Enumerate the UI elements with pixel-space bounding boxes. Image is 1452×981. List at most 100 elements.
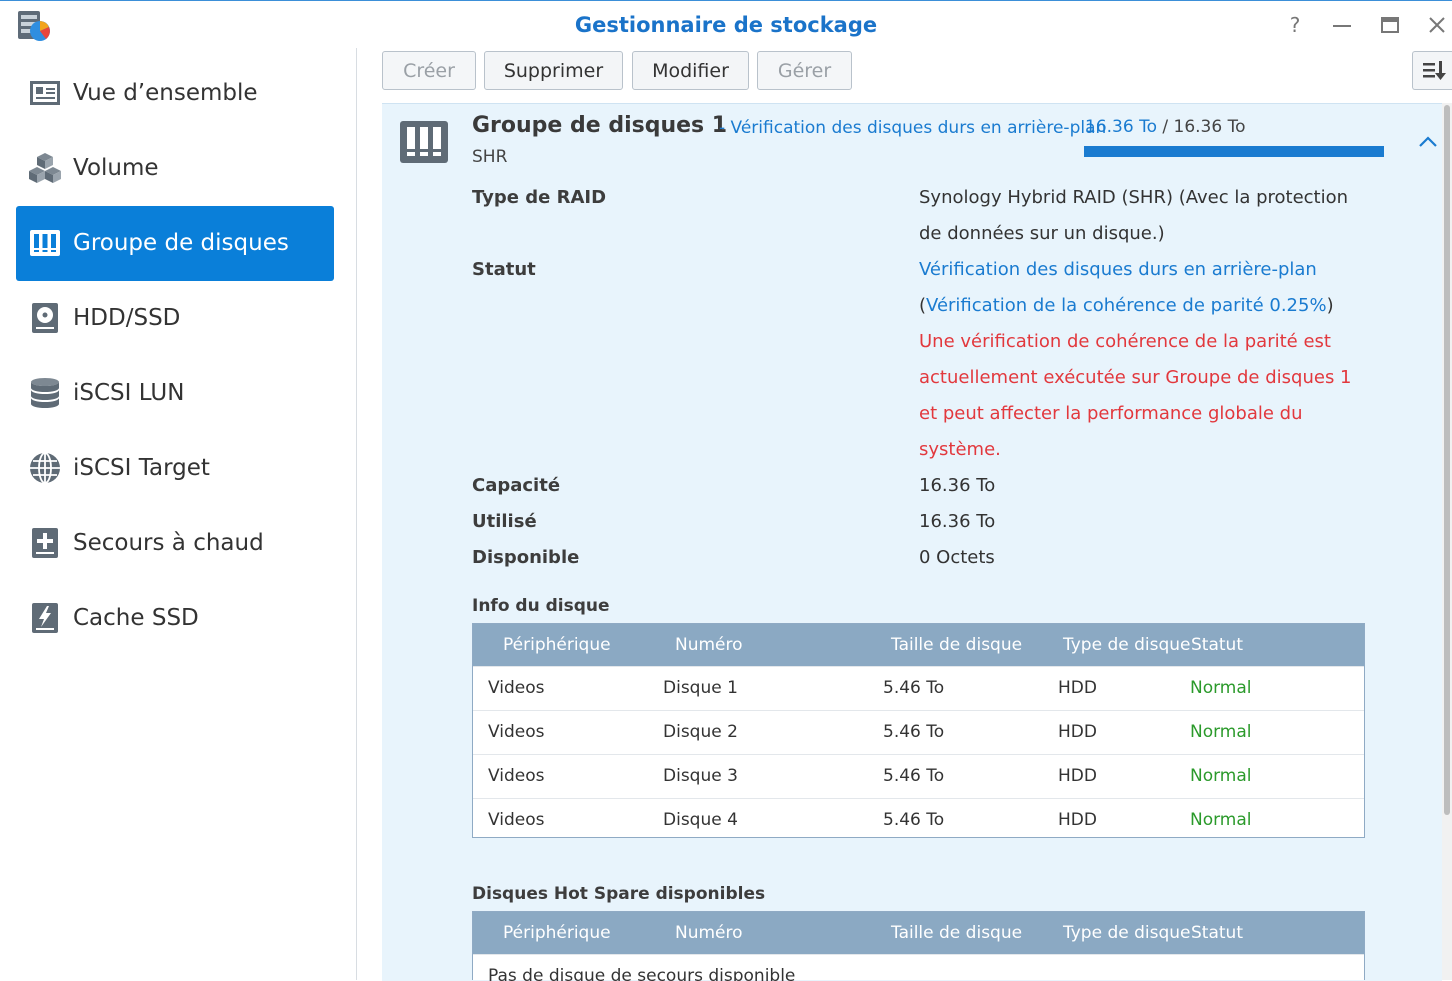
cell-status: Normal — [1190, 810, 1252, 830]
disk-group-large-icon — [400, 121, 448, 163]
minimize-icon[interactable] — [1330, 13, 1354, 37]
sidebar-item-hdd-ssd[interactable]: HDD/SSD — [16, 281, 334, 356]
sidebar-item-overview[interactable]: Vue d’ensemble — [16, 56, 334, 131]
cell-size: 5.46 To — [883, 766, 945, 786]
disk-group-title: Groupe de disques 1 — [472, 113, 728, 138]
column-header-type[interactable]: Type de disque — [1063, 635, 1191, 655]
sidebar-item-iscsi-target[interactable]: iSCSI Target — [16, 431, 334, 506]
column-header-size[interactable]: Taille de disque — [891, 923, 1022, 943]
status-label: Statut — [472, 259, 536, 280]
disk-info-title: Info du disque — [472, 596, 610, 616]
warning-text-line3: et peut affecter la performance globale … — [919, 403, 1303, 424]
hot-spare-plus-icon — [32, 528, 58, 558]
table-header: Périphérique Numéro Taille de disque Typ… — [473, 912, 1364, 954]
disk-group-type: SHR — [472, 147, 508, 167]
used-value: 16.36 To — [919, 511, 996, 532]
empty-message: Pas de disque de secours disponible — [488, 966, 796, 981]
sidebar: Vue d’ensemble Volume Groupe de disques — [0, 48, 357, 980]
raid-type-label: Type de RAID — [472, 187, 607, 208]
capacity-label: Capacité — [472, 475, 561, 496]
available-label: Disponible — [472, 547, 580, 568]
cell-device: Videos — [488, 766, 545, 786]
sidebar-item-label: iSCSI LUN — [73, 380, 185, 406]
create-button[interactable]: Créer — [382, 51, 476, 90]
cell-number: Disque 4 — [663, 810, 738, 830]
disk-group-icon — [30, 230, 60, 256]
capacity-usage-bar — [1084, 146, 1384, 157]
sidebar-item-label: Cache SSD — [73, 605, 199, 631]
capacity-separator: / — [1156, 117, 1174, 137]
scrollbar[interactable] — [1442, 103, 1452, 980]
warning-text-line4: système. — [919, 439, 1001, 460]
warning-text-line2: actuellement exécutée sur Groupe de disq… — [919, 367, 1352, 388]
paren-close: ) — [1326, 295, 1334, 316]
sidebar-item-label: iSCSI Target — [73, 455, 210, 481]
column-header-type[interactable]: Type de disque — [1063, 923, 1191, 943]
status-value[interactable]: Vérification des disques durs en arrière… — [919, 252, 1317, 288]
disk-group-panel — [382, 103, 1442, 981]
cell-status: Normal — [1190, 678, 1252, 698]
sidebar-item-disk-group[interactable]: Groupe de disques — [16, 206, 334, 281]
sidebar-item-hot-spare[interactable]: Secours à chaud — [16, 506, 334, 581]
sidebar-item-volume[interactable]: Volume — [16, 131, 334, 206]
disk-group-status: - Vérification des disques durs en arriè… — [719, 118, 1107, 138]
sidebar-item-label: Vue d’ensemble — [73, 80, 258, 106]
column-header-device[interactable]: Périphérique — [503, 923, 611, 943]
cell-type: HDD — [1058, 766, 1097, 786]
sidebar-item-iscsi-lun[interactable]: iSCSI LUN — [16, 356, 334, 431]
column-header-number[interactable]: Numéro — [675, 635, 743, 655]
table-row[interactable]: Videos Disque 1 5.46 To HDD Normal — [473, 666, 1364, 710]
cell-number: Disque 1 — [663, 678, 738, 698]
table-row[interactable]: Videos Disque 2 5.46 To HDD Normal — [473, 710, 1364, 754]
sidebar-item-label: Groupe de disques — [73, 230, 289, 256]
column-header-size[interactable]: Taille de disque — [891, 635, 1022, 655]
hot-spare-table: Périphérique Numéro Taille de disque Typ… — [472, 911, 1365, 981]
cell-device: Videos — [488, 722, 545, 742]
cell-device: Videos — [488, 810, 545, 830]
maximize-icon[interactable] — [1378, 13, 1402, 37]
cell-size: 5.46 To — [883, 810, 945, 830]
column-header-device[interactable]: Périphérique — [503, 635, 611, 655]
hot-spare-title: Disques Hot Spare disponibles — [472, 884, 766, 904]
cell-status: Normal — [1190, 766, 1252, 786]
cell-type: HDD — [1058, 810, 1097, 830]
cell-number: Disque 2 — [663, 722, 738, 742]
disk-info-table: Périphérique Numéro Taille de disque Typ… — [472, 623, 1365, 838]
sidebar-item-label: Secours à chaud — [73, 530, 264, 556]
chevron-up-icon[interactable] — [1416, 132, 1440, 152]
title-bar: Gestionnaire de stockage ? — [0, 0, 1452, 48]
capacity-used: 16.36 To — [1085, 117, 1157, 137]
hdd-icon — [32, 303, 58, 333]
cell-type: HDD — [1058, 678, 1097, 698]
edit-button[interactable]: Modifier — [632, 51, 749, 90]
capacity-summary: 16.36 To / 16.36 To — [1085, 117, 1245, 137]
paren-open: ( — [919, 295, 927, 316]
scrollbar-thumb[interactable] — [1444, 105, 1450, 815]
empty-row: Pas de disque de secours disponible — [473, 954, 1364, 981]
cell-number: Disque 3 — [663, 766, 738, 786]
warning-text-line1: Une vérification de cohérence de la pari… — [919, 331, 1331, 352]
column-header-number[interactable]: Numéro — [675, 923, 743, 943]
globe-icon — [30, 452, 60, 484]
cell-size: 5.46 To — [883, 722, 945, 742]
sidebar-item-label: HDD/SSD — [73, 305, 181, 331]
cell-device: Videos — [488, 678, 545, 698]
manage-button[interactable]: Gérer — [757, 51, 852, 90]
sidebar-item-ssd-cache[interactable]: Cache SSD — [16, 581, 334, 656]
table-row[interactable]: Videos Disque 3 5.46 To HDD Normal — [473, 754, 1364, 798]
available-value: 0 Octets — [919, 547, 995, 568]
column-header-status[interactable]: Statut — [1191, 923, 1243, 943]
sort-button[interactable] — [1412, 51, 1452, 90]
cell-status: Normal — [1190, 722, 1252, 742]
parity-check-link[interactable]: Vérification de la cohérence de parité 0… — [926, 295, 1327, 316]
window-title: Gestionnaire de stockage — [574, 13, 878, 37]
help-icon[interactable]: ? — [1283, 13, 1307, 37]
delete-button[interactable]: Supprimer — [484, 51, 623, 90]
overview-icon — [30, 81, 60, 105]
raid-type-value-line1: Synology Hybrid RAID (SHR) (Avec la prot… — [919, 187, 1349, 208]
column-header-status[interactable]: Statut — [1191, 635, 1243, 655]
close-icon[interactable] — [1425, 13, 1449, 37]
volume-cubes-icon — [29, 153, 61, 183]
table-row[interactable]: Videos Disque 4 5.46 To HDD Normal — [473, 798, 1364, 842]
raid-type-value-line2: de données sur un disque.) — [919, 223, 1165, 244]
